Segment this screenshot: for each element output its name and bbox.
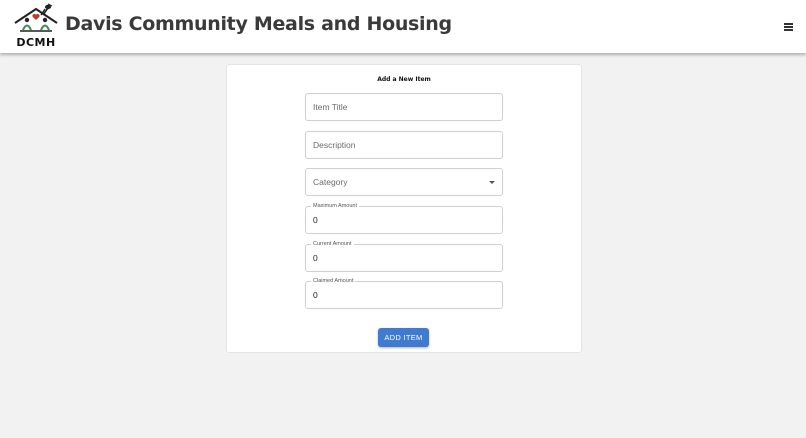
menu-line [784,26,793,28]
app-bar: DCMH Davis Community Meals and Housing [0,0,806,53]
menu-line [784,23,793,25]
current-amount-field[interactable]: Current Amount [305,240,503,272]
current-amount-input[interactable] [306,245,502,271]
add-item-button[interactable]: ADD ITEM [378,328,429,347]
category-label: Category [313,177,348,187]
menu-line [784,29,793,31]
maximum-amount-input[interactable] [306,207,502,233]
claimed-amount-field[interactable]: Claimed Amount [305,277,503,309]
category-select[interactable]: Category [305,168,503,196]
chevron-down-icon[interactable] [489,181,495,184]
item-title-field[interactable] [305,93,503,121]
item-title-input[interactable] [306,94,502,120]
add-item-form-card: Add a New Item Category Maximum Amount C… [226,64,582,353]
app-title: Davis Community Meals and Housing [65,13,452,35]
hamburger-menu-icon[interactable] [780,19,797,35]
house-fork-spoon-icon [14,3,58,32]
description-field[interactable] [305,131,503,159]
description-input[interactable] [306,132,502,158]
form-title: Add a New Item [377,76,431,83]
claimed-amount-input[interactable] [306,282,502,308]
logo-text: DCMH [16,36,56,49]
maximum-amount-field[interactable]: Maximum Amount [305,202,503,234]
dcmh-logo[interactable]: DCMH [12,3,60,49]
